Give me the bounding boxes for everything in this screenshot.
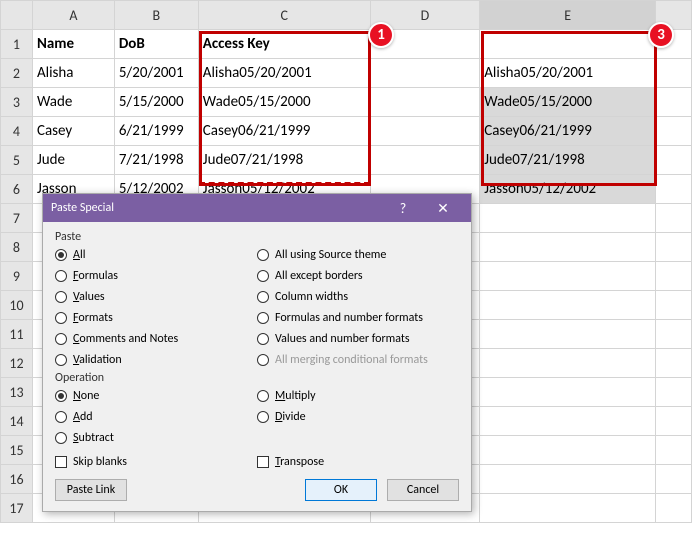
cell-A1[interactable]: Name [32,30,114,59]
checkbox-transpose[interactable]: Transpose [257,453,459,471]
radio-icon [257,270,269,282]
radio-icon [257,354,269,366]
cancel-button[interactable]: Cancel [387,479,459,501]
radio-column-widths[interactable]: Column widths [257,288,459,306]
cell-D2[interactable] [370,59,480,88]
cell-C2[interactable]: Alisha05/20/2001 [198,59,370,88]
dialog-title: Paste Special [51,201,114,215]
cell-A2[interactable]: Alisha [32,59,114,88]
radio-icon [55,333,67,345]
help-button[interactable]: ? [383,194,423,222]
radio-merging-conditional: All merging conditional formats [257,351,459,369]
close-button[interactable]: ✕ [423,194,463,222]
radio-all[interactable]: All [55,246,257,264]
radio-comments[interactable]: Comments and Notes [55,330,257,348]
radio-except-borders[interactable]: All except borders [257,267,459,285]
paste-special-dialog: Paste Special ? ✕ Paste All Formulas Val… [42,193,472,512]
cell-A3[interactable]: Wade [32,88,114,117]
radio-values[interactable]: Values [55,288,257,306]
select-all-corner[interactable] [1,1,33,30]
row-header-6[interactable]: 6 [1,175,33,204]
radio-icon [55,249,67,261]
radio-formulas-formats[interactable]: Formulas and number formats [257,309,459,327]
radio-source-theme[interactable]: All using Source theme [257,246,459,264]
checkbox-icon [55,456,67,468]
cell-E4[interactable]: Casey06/21/1999 [480,117,656,146]
radio-formats[interactable]: Formats [55,309,257,327]
checkbox-skip-blanks[interactable]: Skip blanks [55,453,257,471]
dialog-titlebar[interactable]: Paste Special ? ✕ [43,194,471,222]
radio-formulas[interactable]: Formulas [55,267,257,285]
cell-B4[interactable]: 6/21/1999 [114,117,198,146]
cell-B3[interactable]: 5/15/2000 [114,88,198,117]
radio-icon [55,411,67,423]
col-header-C[interactable]: C [198,1,370,30]
col-header-A[interactable]: A [32,1,114,30]
cell-B1[interactable]: DoB [114,30,198,59]
cell-C4[interactable]: Casey06/21/1999 [198,117,370,146]
radio-icon [257,249,269,261]
cell-B5[interactable]: 7/21/1998 [114,146,198,175]
cell-A4[interactable]: Casey [32,117,114,146]
radio-subtract[interactable]: Subtract [55,429,257,447]
cell-A5[interactable]: Jude [32,146,114,175]
radio-values-formats[interactable]: Values and number formats [257,330,459,348]
row-header-1[interactable]: 1 [1,30,33,59]
radio-none[interactable]: None [55,387,257,405]
radio-icon [55,390,67,402]
row-header-4[interactable]: 4 [1,117,33,146]
radio-icon [257,333,269,345]
radio-icon [257,312,269,324]
operation-group-label: Operation [55,371,459,385]
col-header-E[interactable]: E [480,1,656,30]
cell-E2[interactable]: Alisha05/20/2001 [480,59,656,88]
radio-icon [257,291,269,303]
callout-3: 3 [648,22,674,48]
radio-icon [257,390,269,402]
radio-icon [257,411,269,423]
cell-E3[interactable]: Wade05/15/2000 [480,88,656,117]
row-header-2[interactable]: 2 [1,59,33,88]
radio-validation[interactable]: Validation [55,351,257,369]
cell-C3[interactable]: Wade05/15/2000 [198,88,370,117]
radio-multiply[interactable]: Multiply [257,387,459,405]
paste-link-button[interactable]: Paste Link [55,479,127,501]
ok-button[interactable]: OK [305,479,377,501]
radio-divide[interactable]: Divide [257,408,459,426]
callout-1: 1 [368,22,394,48]
radio-icon [55,270,67,282]
cell-C5[interactable]: Jude07/21/1998 [198,146,370,175]
radio-icon [55,432,67,444]
radio-icon [55,354,67,366]
cell-B2[interactable]: 5/20/2001 [114,59,198,88]
cell-C1[interactable]: Access Key [198,30,370,59]
checkbox-icon [257,456,269,468]
row-header-3[interactable]: 3 [1,88,33,117]
cell-E6[interactable]: Jasson05/12/2002 [480,175,656,204]
row-header-5[interactable]: 5 [1,146,33,175]
cell-E5[interactable]: Jude07/21/1998 [480,146,656,175]
col-header-B[interactable]: B [114,1,198,30]
radio-icon [55,312,67,324]
paste-group-label: Paste [55,230,459,244]
radio-icon [55,291,67,303]
radio-add[interactable]: Add [55,408,257,426]
cell-E1[interactable] [480,30,656,59]
